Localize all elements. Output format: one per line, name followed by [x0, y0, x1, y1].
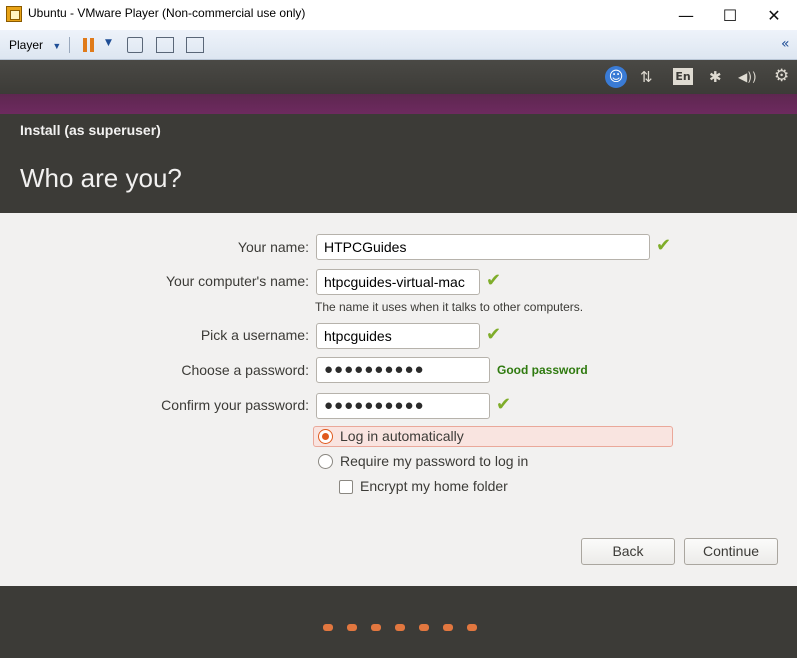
require-password-label[interactable]: Require my password to log in	[340, 453, 528, 469]
encrypt-home-checkbox[interactable]	[339, 480, 353, 494]
chevron-down-icon[interactable]: ▼	[105, 38, 112, 48]
continue-button[interactable]: Continue	[684, 538, 778, 565]
username-valid-check-icon: ✔	[486, 324, 502, 345]
username-input[interactable]: htpcguides	[316, 323, 480, 349]
username-label: Pick a username:	[200, 327, 309, 343]
computer-name-hint: The name it uses when it talks to other …	[315, 300, 584, 314]
computer-name-label: Your computer's name:	[165, 273, 309, 289]
maximize-button[interactable]: ☐	[707, 0, 753, 30]
login-automatically-radio[interactable]	[318, 429, 333, 444]
computer-name-input[interactable]: htpcguides-virtual-mac	[316, 269, 480, 295]
password-strength-indicator: Good password	[497, 363, 588, 377]
collapse-toolbar-icon[interactable]: «	[781, 36, 790, 52]
fullscreen-icon[interactable]	[156, 37, 174, 53]
unity-mode-icon[interactable]	[186, 37, 204, 53]
progress-dot	[347, 624, 357, 631]
desktop-wallpaper-strip	[0, 94, 797, 114]
progress-dot	[467, 624, 477, 631]
player-menu-label: Player	[9, 38, 44, 52]
sound-icon[interactable]: ◀))	[738, 70, 757, 84]
back-button[interactable]: Back	[581, 538, 675, 565]
your-name-label: Your name:	[237, 239, 309, 255]
confirm-password-label: Confirm your password:	[161, 397, 309, 413]
page-title: Who are you?	[20, 163, 182, 193]
bluetooth-icon[interactable]: ✱	[709, 68, 722, 86]
progress-dot	[419, 624, 429, 631]
player-menu[interactable]: Player ▼	[9, 38, 61, 52]
encrypt-home-label[interactable]: Encrypt my home folder	[360, 478, 508, 494]
toolbar-divider	[69, 37, 70, 53]
send-ctrl-alt-del-icon[interactable]	[127, 37, 143, 53]
confirm-valid-check-icon: ✔	[496, 394, 512, 415]
window-title: Ubuntu - VMware Player (Non-commercial u…	[28, 6, 306, 20]
close-button[interactable]: ✕	[751, 0, 797, 30]
installer-footer	[0, 586, 797, 658]
confirm-password-input[interactable]: ●●●●●●●●●●	[316, 393, 490, 419]
network-icon[interactable]: ⇅	[640, 68, 653, 86]
progress-dot	[323, 624, 333, 631]
minimize-button[interactable]: —	[663, 0, 709, 30]
settings-gear-icon[interactable]: ⚙	[774, 66, 789, 86]
require-password-radio[interactable]	[318, 454, 333, 469]
chevron-down-icon: ▼	[52, 41, 62, 51]
pause-icon[interactable]	[82, 38, 96, 52]
login-automatically-label[interactable]: Log in automatically	[340, 428, 464, 444]
vmware-app-icon	[6, 6, 22, 22]
progress-dot	[395, 624, 405, 631]
progress-dot	[443, 624, 453, 631]
computer-name-valid-check-icon: ✔	[486, 270, 502, 291]
keyboard-language-indicator[interactable]: En	[673, 68, 693, 85]
accessibility-icon[interactable]: ☺	[605, 66, 627, 88]
password-label: Choose a password:	[181, 362, 309, 378]
password-input[interactable]: ●●●●●●●●●●	[316, 357, 490, 383]
progress-dot	[371, 624, 381, 631]
vmware-toolbar	[0, 30, 797, 60]
your-name-input[interactable]: HTPCGuides	[316, 234, 650, 260]
installer-window-title: Install (as superuser)	[20, 122, 161, 138]
name-valid-check-icon: ✔	[656, 235, 672, 256]
